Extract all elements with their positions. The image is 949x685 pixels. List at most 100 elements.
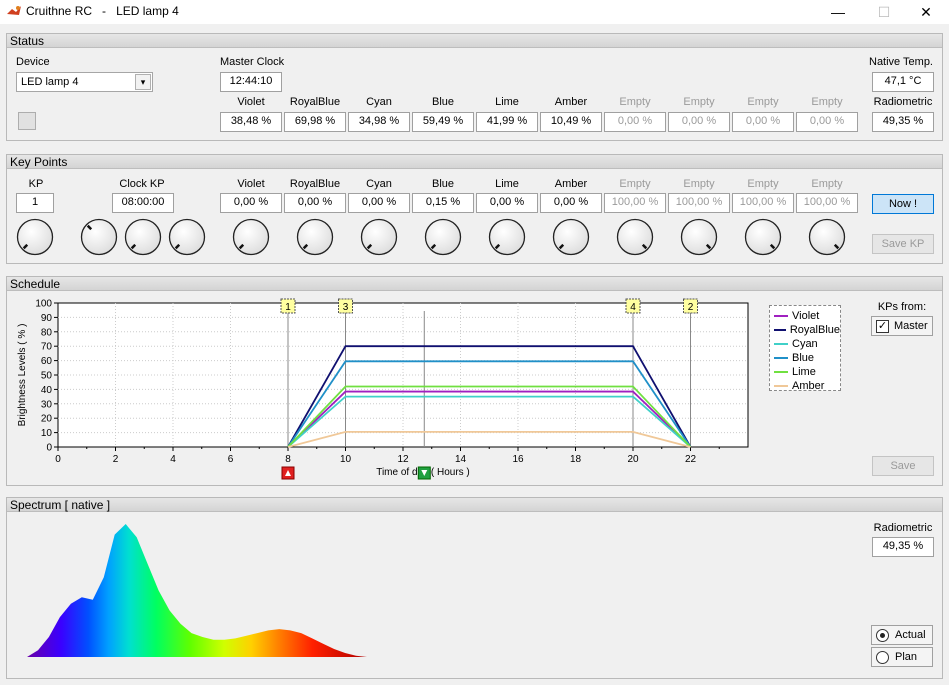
kp-channel-value[interactable]: 0,00 % (348, 193, 410, 213)
kp-channel-value[interactable]: 0,00 % (220, 193, 282, 213)
status-channel-value: 0,00 % (668, 112, 730, 132)
keypoint-handle-icon[interactable] (281, 466, 295, 480)
status-channel-value: 69,98 % (284, 112, 346, 132)
spectrum-panel: Spectrum [ native ] Radiometric 49,35 % … (6, 497, 943, 679)
actual-radio[interactable] (876, 628, 889, 642)
status-channel-label: Amber (554, 96, 588, 108)
status-channel-value: 0,00 % (732, 112, 794, 132)
kp-channel-value[interactable]: 100,00 % (604, 193, 666, 213)
x-tick-label: 10 (340, 454, 352, 465)
x-tick-label: 18 (570, 454, 582, 465)
kp-channel-value[interactable]: 0,00 % (284, 193, 346, 213)
knob-dial[interactable] (124, 218, 162, 256)
knob-dial[interactable] (488, 218, 526, 256)
status-channel-value: 0,00 % (604, 112, 666, 132)
kp-channel-label: Blue (431, 178, 455, 190)
kp-channel-label: Empty (811, 178, 843, 190)
status-channel-label: Cyan (366, 96, 392, 108)
y-tick-label: 60 (41, 356, 53, 367)
actual-radio-group[interactable]: Actual (871, 625, 933, 645)
x-tick-label: 8 (285, 454, 291, 465)
current-time-handle-icon[interactable] (417, 466, 431, 480)
status-panel: Status Device LED lamp 4 ▾ Master Clock … (6, 33, 943, 141)
plan-radio-group[interactable]: Plan (871, 647, 933, 667)
y-tick-label: 10 (41, 428, 53, 439)
window-title: Cruithne RC - LED lamp 4 (26, 4, 179, 18)
knob-dial[interactable] (616, 218, 654, 256)
device-label: Device (16, 56, 50, 68)
status-channel-label: RoyalBlue (289, 96, 341, 108)
keypoint-marker[interactable]: 2 (683, 298, 698, 314)
legend-label: RoyalBlue (789, 324, 840, 336)
save-schedule-button: Save (872, 456, 934, 476)
knob-dial[interactable] (80, 218, 118, 256)
keypoint-marker[interactable]: 1 (280, 298, 296, 314)
kp-channel-label: Empty (747, 178, 779, 190)
status-channel-label: Empty (811, 96, 843, 108)
app-logo-icon (7, 6, 21, 15)
x-tick-label: 16 (512, 454, 524, 465)
kp-channel-value[interactable]: 100,00 % (796, 193, 858, 213)
title-bar: Cruithne RC - LED lamp 4 — ☐ ✕ (0, 0, 949, 24)
knob-dial[interactable] (424, 218, 462, 256)
keypoint-marker[interactable]: 4 (625, 298, 641, 314)
kp-channel-value[interactable]: 0,00 % (540, 193, 602, 213)
spectrum-panel-title: Spectrum [ native ] (7, 498, 942, 512)
kp-number-field[interactable]: 1 (16, 193, 54, 213)
knob-dial[interactable] (296, 218, 334, 256)
plan-radio-label: Plan (895, 651, 918, 663)
x-tick-label: 4 (170, 454, 176, 465)
legend-swatch (774, 329, 786, 331)
save-kp-button: Save KP (872, 234, 934, 254)
master-checkbox-group[interactable]: ✓ Master (871, 316, 933, 336)
status-channel-value: 41,99 % (476, 112, 538, 132)
key-points-panel-title: Key Points (7, 155, 942, 169)
y-tick-label: 70 (41, 342, 53, 353)
master-clock-label: Master Clock (220, 56, 285, 68)
chart-legend: Violet RoyalBlue Cyan Blue Lime Amber (769, 305, 841, 393)
legend-swatch (774, 385, 788, 387)
knob-dial[interactable] (680, 218, 718, 256)
knob-dial[interactable] (808, 218, 846, 256)
master-checkbox[interactable]: ✓ (876, 319, 889, 333)
minimize-button[interactable]: — (815, 0, 861, 24)
kp-channel-value[interactable]: 100,00 % (668, 193, 730, 213)
status-channel-label: Empty (619, 96, 651, 108)
legend-item: Amber (770, 379, 840, 393)
knob-dial[interactable] (552, 218, 590, 256)
y-axis-label: Brightness Levels ( % ) (17, 324, 28, 427)
plan-radio[interactable] (876, 650, 889, 664)
kp-channel-value[interactable]: 0,15 % (412, 193, 474, 213)
knob-dial[interactable] (744, 218, 782, 256)
kps-from-label: KPs from: (877, 301, 927, 313)
schedule-chart[interactable]: 01020304050607080901000 2 4 6 8 10 12 14 16 18 20 2… (7, 291, 767, 487)
legend-swatch (774, 343, 788, 345)
status-channel-label: Blue (431, 96, 455, 108)
svg-text:3: 3 (343, 302, 349, 313)
spectrum-radiometric-label: Radiometric (873, 522, 933, 534)
radiometric-label: Radiometric (873, 96, 933, 108)
knob-dial[interactable] (360, 218, 398, 256)
master-clock-field[interactable]: 12:44:10 (220, 72, 282, 92)
kp-channel-value[interactable]: 100,00 % (732, 193, 794, 213)
schedule-panel: Schedule 0 10 20 30 40 50 60 70 80 90 100 0 2 4 6 8 10 12… (6, 276, 943, 486)
clock-kp-field[interactable]: 08:00:00 (112, 193, 174, 213)
close-button[interactable]: ✕ (903, 0, 949, 24)
kp-channel-value[interactable]: 0,00 % (476, 193, 538, 213)
knob-dial[interactable] (232, 218, 270, 256)
device-toggle-button[interactable] (18, 112, 36, 130)
now-button[interactable]: Now ! (872, 194, 934, 214)
maximize-button: ☐ (877, 3, 891, 20)
knob-dial[interactable] (168, 218, 206, 256)
spectrum-chart (27, 524, 367, 657)
knob-dial[interactable] (16, 218, 54, 256)
legend-item: RoyalBlue (770, 323, 840, 337)
legend-item: Violet (770, 309, 840, 323)
chevron-down-icon[interactable]: ▾ (135, 74, 151, 90)
keypoint-marker[interactable]: 3 (338, 298, 353, 314)
spectrum-curve (27, 524, 367, 657)
native-temp-value: 47,1 °C (872, 72, 934, 92)
device-select[interactable]: LED lamp 4 ▾ (16, 72, 153, 92)
kp-channel-label: Empty (619, 178, 651, 190)
status-channel-label: Empty (747, 96, 779, 108)
